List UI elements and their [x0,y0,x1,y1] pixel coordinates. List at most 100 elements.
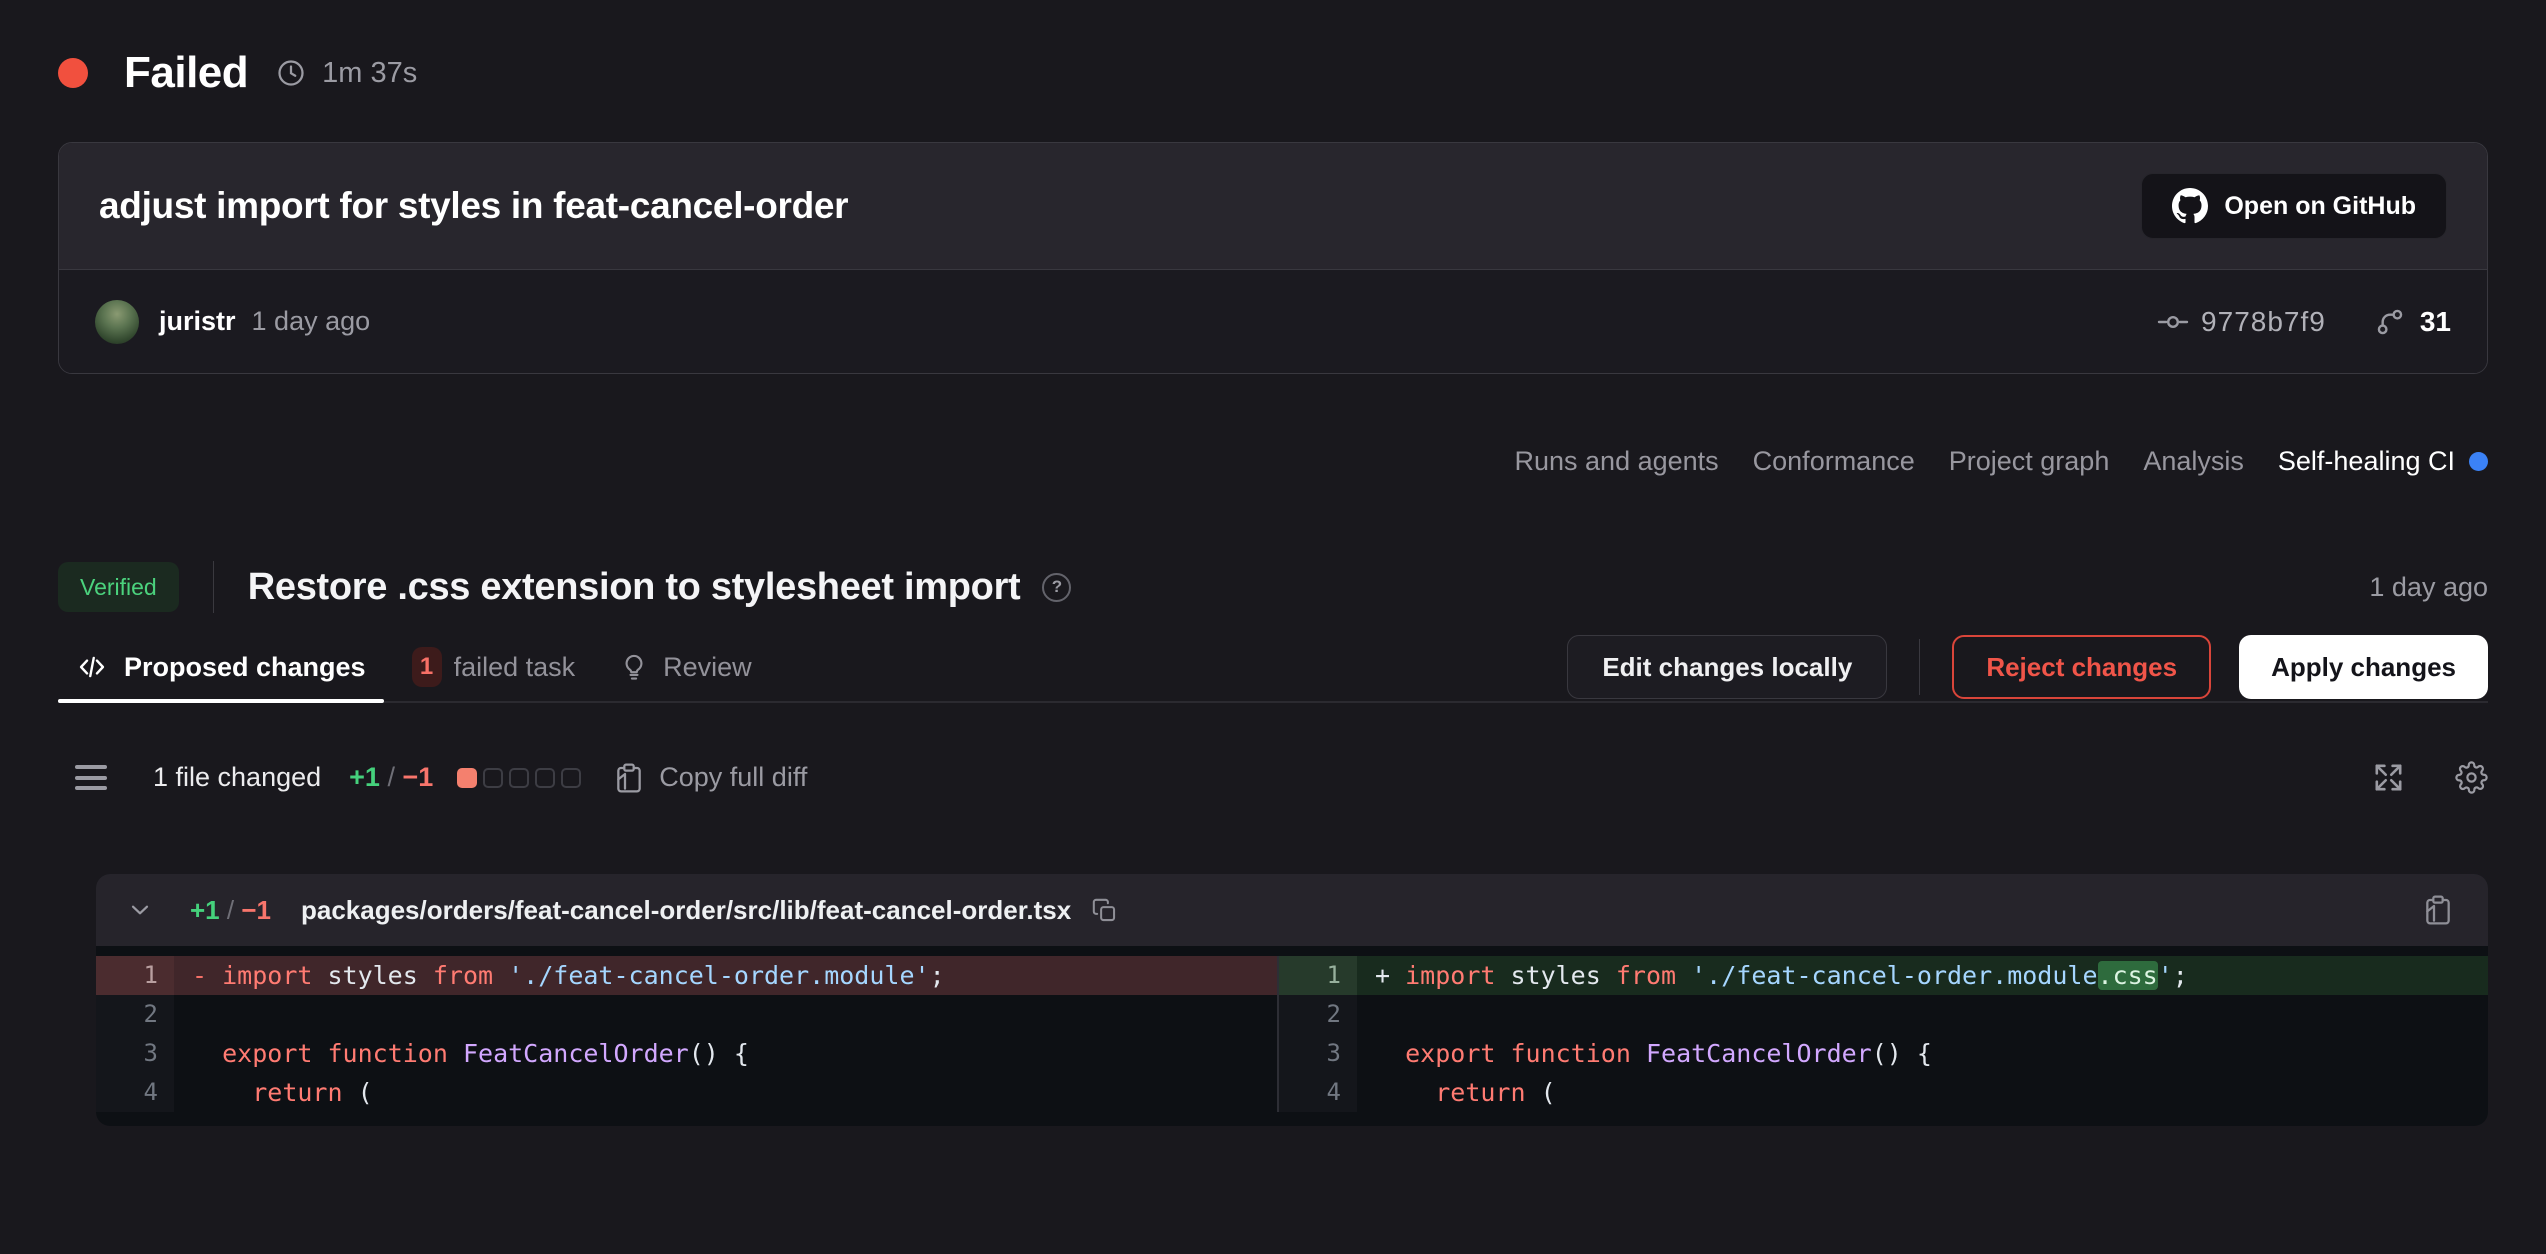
clipboard-icon [613,762,645,794]
vertical-divider [213,561,214,613]
copy-full-diff-label: Copy full diff [659,762,807,793]
pull-request-icon [2374,306,2406,338]
line-number: 4 [1279,1073,1357,1112]
apply-changes-button[interactable]: Apply changes [2239,635,2488,699]
verified-badge: Verified [58,562,179,612]
commit-sha[interactable]: 9778b7f9 [2201,306,2326,338]
file-list-menu-icon[interactable] [75,765,107,790]
diff-body: 1- import styles from './feat-cancel-ord… [96,946,2488,1126]
notification-dot-icon [2469,452,2488,471]
tab-proposed-changes-label: Proposed changes [124,652,366,683]
copy-file-diff-icon[interactable] [2422,894,2454,926]
line-number: 3 [96,1034,174,1073]
help-icon[interactable]: ? [1042,573,1071,602]
line-number: 2 [96,995,174,1034]
commit-card-footer: juristr 1 day ago 9778b7f9 31 [59,269,2487,373]
file-diff-stats: +1 / −1 [190,895,271,926]
copy-path-icon[interactable] [1091,897,1118,924]
diff-blocks [457,768,581,788]
diff-progress-block [535,768,555,788]
code-line: return ( [174,1073,1277,1112]
code-line: export function FeatCancelOrder() { [1357,1034,2488,1073]
line-number: 4 [96,1073,174,1112]
deletions-count: −1 [402,762,433,792]
chevron-down-icon[interactable] [126,896,154,924]
code-icon [76,651,108,683]
file-deletions-count: −1 [241,895,271,925]
diff-file-card: +1 / −1 packages/orders/feat-cancel-orde… [96,874,2488,1126]
code-line: export function FeatCancelOrder() { [174,1034,1277,1073]
run-duration: 1m 37s [322,57,417,90]
author-name[interactable]: juristr [159,306,236,337]
failed-status-dot-icon [58,58,88,88]
copy-full-diff-button[interactable]: Copy full diff [613,762,807,794]
open-on-github-label: Open on GitHub [2224,192,2416,221]
fix-title: Restore .css extension to stylesheet imp… [248,566,1021,609]
nav-item-analysis[interactable]: Analysis [2143,446,2244,477]
tab-failed-task[interactable]: 1 failed task [412,633,576,701]
diff-line: 2 [96,995,1277,1034]
nav-item-runs-and-agents[interactable]: Runs and agents [1515,446,1719,477]
tab-failed-task-label: failed task [454,652,576,683]
additions-count: +1 [349,762,380,792]
run-status-row: Failed 1m 37s [58,48,2488,98]
commit-icon [2157,306,2189,338]
commit-time-ago: 1 day ago [252,306,371,337]
diff-stats: +1 / −1 [349,762,433,793]
line-number: 1 [1279,956,1357,995]
diff-progress-block [457,768,477,788]
author-avatar[interactable] [95,300,139,344]
fix-time-ago: 1 day ago [2369,572,2488,603]
pr-number[interactable]: 31 [2420,306,2451,338]
code-line [1357,995,2488,1034]
line-number: 3 [1279,1034,1357,1073]
failed-task-count-badge: 1 [412,647,442,687]
reject-changes-button[interactable]: Reject changes [1952,635,2211,699]
actions-divider [1919,639,1920,695]
tabs-row: Proposed changes 1 failed task Review Ed… [58,633,2488,703]
fullscreen-icon[interactable] [2372,761,2405,794]
commit-card: adjust import for styles in feat-cancel-… [58,142,2488,374]
main-content: Failed 1m 37s adjust import for styles i… [0,48,2546,1126]
line-number: 2 [1279,995,1357,1034]
section-nav: Runs and agents Conformance Project grap… [58,446,2488,477]
diff-progress-block [509,768,529,788]
gear-icon[interactable] [2455,761,2488,794]
diff-pane-old: 1- import styles from './feat-cancel-ord… [96,956,1277,1112]
diff-line: 1+ import styles from './feat-cancel-ord… [1279,956,2488,995]
code-line [174,995,1277,1034]
diff-line: 3 export function FeatCancelOrder() { [96,1034,1277,1073]
github-icon [2172,188,2208,224]
diff-file-header[interactable]: +1 / −1 packages/orders/feat-cancel-orde… [96,874,2488,946]
diff-toolbar: 1 file changed +1 / −1 Copy full diff [58,761,2488,794]
edit-changes-locally-button[interactable]: Edit changes locally [1567,635,1887,699]
nav-item-self-healing-ci[interactable]: Self-healing CI [2278,446,2488,477]
diff-line: 1- import styles from './feat-cancel-ord… [96,956,1277,995]
code-line: - import styles from './feat-cancel-orde… [174,956,1277,995]
open-on-github-button[interactable]: Open on GitHub [2141,173,2447,239]
code-line: + import styles from './feat-cancel-orde… [1357,956,2488,995]
tab-proposed-changes[interactable]: Proposed changes [58,633,384,701]
diff-progress-block [561,768,581,788]
commit-meta: 9778b7f9 31 [2157,306,2451,338]
tab-review-label: Review [663,652,752,683]
nav-item-conformance[interactable]: Conformance [1753,446,1915,477]
lightbulb-icon [619,652,649,682]
file-path: packages/orders/feat-cancel-order/src/li… [301,895,1071,926]
file-additions-count: +1 [190,895,220,925]
commit-card-header: adjust import for styles in feat-cancel-… [59,143,2487,269]
tab-review[interactable]: Review [619,633,752,701]
commit-title: adjust import for styles in feat-cancel-… [99,185,848,227]
diff-line: 2 [1279,995,2488,1034]
diff-pane-new: 1+ import styles from './feat-cancel-ord… [1279,956,2488,1112]
line-number: 1 [96,956,174,995]
fix-heading-row: Verified Restore .css extension to style… [58,561,2488,613]
diff-progress-block [483,768,503,788]
files-changed-label: 1 file changed [153,762,321,793]
diff-line: 3 export function FeatCancelOrder() { [1279,1034,2488,1073]
nav-item-project-graph[interactable]: Project graph [1949,446,2110,477]
fix-actions: Edit changes locally Reject changes Appl… [1567,635,2488,699]
nav-item-label: Self-healing CI [2278,446,2455,477]
run-status-label: Failed [124,48,248,98]
diff-line: 4 return ( [1279,1073,2488,1112]
